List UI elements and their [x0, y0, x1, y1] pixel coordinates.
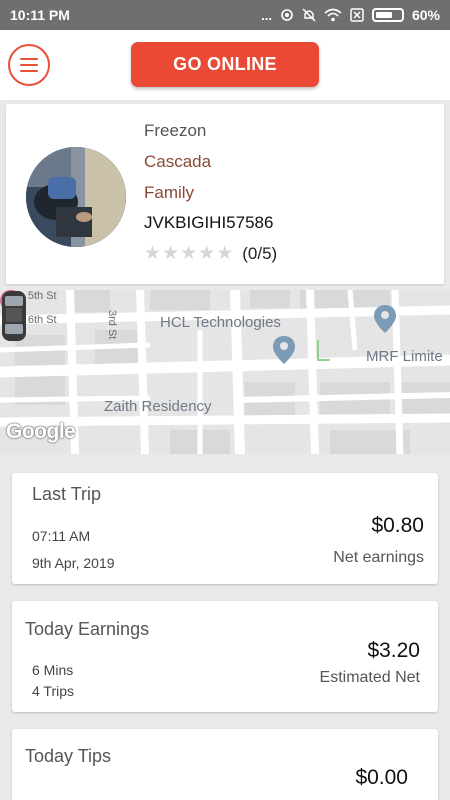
star-icon: ★	[198, 243, 216, 264]
profile-name-line2: Cascada	[144, 152, 212, 171]
rating-value: (0/5)	[242, 243, 278, 263]
today-earnings-amount: $3.20	[367, 639, 420, 662]
sync-icon	[280, 8, 294, 22]
hamburger-icon-line	[20, 70, 38, 72]
no-sim-icon	[350, 8, 364, 22]
profile-name-line1: Freezon	[144, 121, 207, 140]
app-header: GO ONLINE	[0, 30, 450, 100]
driver-profile-card[interactable]: Freezon Cascada Family JVKBIGIHI57586 ★ …	[6, 104, 444, 284]
go-online-button[interactable]: GO ONLINE	[131, 42, 319, 87]
last-trip-title: Last Trip	[32, 484, 102, 504]
map-street-label: 3rd St	[106, 310, 118, 340]
last-trip-amount-label: Net earnings	[333, 549, 424, 566]
wifi-icon	[324, 8, 342, 22]
status-icons: ... 60%	[261, 7, 440, 23]
star-icon: ★	[180, 243, 198, 264]
map-poi-label: Zaith Residency	[104, 398, 212, 415]
map-poi-label: HCL Technologies	[160, 314, 281, 331]
hamburger-icon-line	[20, 64, 38, 66]
star-icon: ★	[144, 243, 162, 264]
today-tips-title: Today Tips	[25, 746, 112, 766]
notification-dots: ...	[261, 7, 272, 23]
last-trip-card[interactable]: Last Trip 07:11 AM 9th Apr, 2019 $0.80 N…	[12, 473, 438, 584]
vehicle-plate: JVKBIGIHI57586	[144, 213, 274, 232]
star-icon: ★	[216, 243, 234, 264]
mute-bell-icon	[302, 8, 316, 22]
menu-button[interactable]	[8, 44, 50, 86]
map-pin-icon[interactable]	[273, 336, 295, 364]
battery-percent: 60%	[411, 7, 440, 23]
last-trip-amount: $0.80	[371, 514, 424, 537]
rating: ★ ★ ★ ★ ★ (0/5)	[144, 242, 277, 265]
status-bar: 10:11 PM ... 60%	[0, 0, 450, 30]
map-pin-icon[interactable]	[374, 305, 396, 333]
today-tips-amount: $0.00	[355, 766, 408, 789]
today-earnings-amount-label: Estimated Net	[319, 669, 420, 686]
status-time: 10:11 PM	[10, 7, 70, 23]
battery-icon	[371, 8, 404, 22]
google-logo: Google	[6, 420, 76, 443]
map-view[interactable]: Gaa 5th St Gaa 6th St 3rd St HCL Technol…	[0, 290, 450, 454]
today-earnings-trips: 4 Trips	[32, 683, 75, 699]
today-earnings-title: Today Earnings	[25, 619, 150, 639]
car-icon	[2, 291, 26, 341]
today-tips-card[interactable]: Today Tips $0.00	[12, 729, 438, 800]
profile-name-line3: Family	[144, 183, 195, 202]
star-icon: ★	[162, 243, 180, 264]
avatar[interactable]	[26, 147, 126, 247]
last-trip-date: 9th Apr, 2019	[32, 555, 115, 571]
map-poi-label: MRF Limite	[366, 348, 443, 365]
today-earnings-duration: 6 Mins	[32, 662, 74, 678]
today-earnings-card[interactable]: Today Earnings 6 Mins 4 Trips $3.20 Esti…	[12, 601, 438, 712]
hamburger-icon-line	[20, 58, 38, 60]
last-trip-time: 07:11 AM	[32, 528, 91, 544]
